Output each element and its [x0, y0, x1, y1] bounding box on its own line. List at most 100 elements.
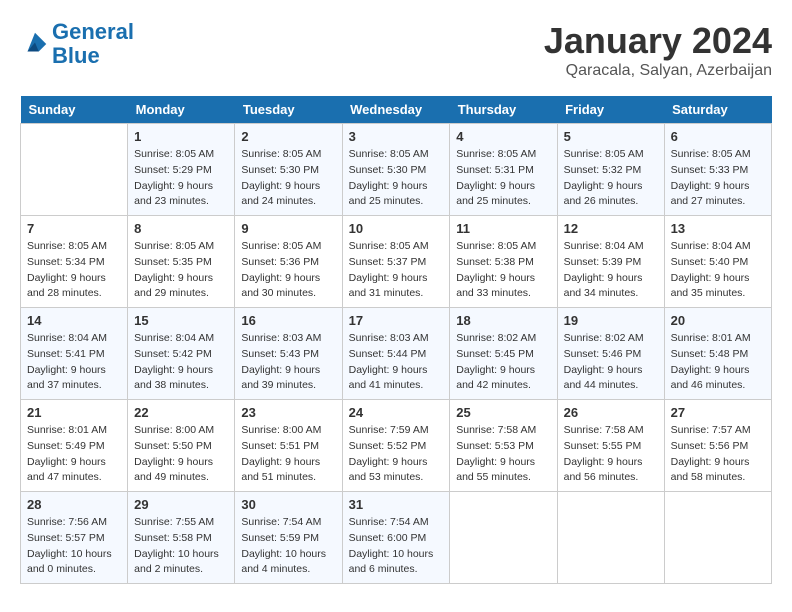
calendar-cell: 5 Sunrise: 8:05 AMSunset: 5:32 PMDaylight… — [557, 124, 664, 216]
calendar-cell: 8 Sunrise: 8:05 AMSunset: 5:35 PMDaylight… — [128, 216, 235, 308]
calendar-cell: 9 Sunrise: 8:05 AMSunset: 5:36 PMDaylight… — [235, 216, 342, 308]
day-number: 4 — [456, 129, 550, 144]
day-number: 24 — [349, 405, 444, 420]
weekday-header: Sunday — [21, 96, 128, 124]
day-number: 21 — [27, 405, 121, 420]
day-info: Sunrise: 8:02 AMSunset: 5:45 PMDaylight:… — [456, 331, 550, 394]
day-info: Sunrise: 8:05 AMSunset: 5:38 PMDaylight:… — [456, 239, 550, 302]
day-number: 25 — [456, 405, 550, 420]
calendar-cell: 22Sunrise: 8:00 AMSunset: 5:50 PMDayligh… — [128, 400, 235, 492]
calendar-week-row: 14 Sunrise: 8:04 AMSunset: 5:41 PMDayligh… — [21, 308, 772, 400]
calendar-cell: 7 Sunrise: 8:05 AMSunset: 5:34 PMDaylight… — [21, 216, 128, 308]
weekday-header: Friday — [557, 96, 664, 124]
calendar-cell — [21, 124, 128, 216]
day-info: Sunrise: 8:01 AMSunset: 5:48 PMDaylight:… — [671, 331, 765, 394]
day-info: Sunrise: 8:05 AMSunset: 5:29 PMDaylight:… — [134, 147, 228, 210]
day-number: 8 — [134, 221, 228, 236]
day-number: 22 — [134, 405, 228, 420]
weekday-header: Saturday — [664, 96, 771, 124]
day-info: Sunrise: 8:05 AMSunset: 5:32 PMDaylight:… — [564, 147, 658, 210]
day-info: Sunrise: 7:57 AMSunset: 5:56 PMDaylight:… — [671, 423, 765, 486]
weekday-header: Tuesday — [235, 96, 342, 124]
day-number: 7 — [27, 221, 121, 236]
day-number: 17 — [349, 313, 444, 328]
location: Qaracala, Salyan, Azerbaijan — [544, 62, 772, 80]
calendar-cell: 2Sunrise: 8:05 AMSunset: 5:30 PMDaylight… — [235, 124, 342, 216]
day-info: Sunrise: 8:05 AMSunset: 5:33 PMDaylight:… — [671, 147, 765, 210]
day-info: Sunrise: 7:55 AMSunset: 5:58 PMDaylight:… — [134, 515, 228, 578]
calendar-cell — [664, 492, 771, 584]
day-info: Sunrise: 8:02 AMSunset: 5:46 PMDaylight:… — [564, 331, 658, 394]
page-header: General Blue January 2024 Qaracala, Saly… — [20, 20, 772, 80]
day-number: 20 — [671, 313, 765, 328]
day-info: Sunrise: 8:03 AMSunset: 5:43 PMDaylight:… — [241, 331, 335, 394]
day-number: 23 — [241, 405, 335, 420]
calendar-cell: 19 Sunrise: 8:02 AMSunset: 5:46 PMDayligh… — [557, 308, 664, 400]
day-info: Sunrise: 8:01 AMSunset: 5:49 PMDaylight:… — [27, 423, 121, 486]
day-info: Sunrise: 8:00 AMSunset: 5:51 PMDaylight:… — [241, 423, 335, 486]
day-info: Sunrise: 7:54 AMSunset: 5:59 PMDaylight:… — [241, 515, 335, 578]
calendar-cell: 28Sunrise: 7:56 AMSunset: 5:57 PMDayligh… — [21, 492, 128, 584]
calendar-cell: 11 Sunrise: 8:05 AMSunset: 5:38 PMDayligh… — [450, 216, 557, 308]
calendar-cell: 4 Sunrise: 8:05 AMSunset: 5:31 PMDaylight… — [450, 124, 557, 216]
day-number: 29 — [134, 497, 228, 512]
calendar-cell: 21 Sunrise: 8:01 AMSunset: 5:49 PMDayligh… — [21, 400, 128, 492]
calendar-cell: 12 Sunrise: 8:04 AMSunset: 5:39 PMDayligh… — [557, 216, 664, 308]
title-block: January 2024 Qaracala, Salyan, Azerbaija… — [544, 20, 772, 80]
calendar-cell: 18Sunrise: 8:02 AMSunset: 5:45 PMDayligh… — [450, 308, 557, 400]
day-info: Sunrise: 7:56 AMSunset: 5:57 PMDaylight:… — [27, 515, 121, 578]
calendar-cell: 13 Sunrise: 8:04 AMSunset: 5:40 PMDayligh… — [664, 216, 771, 308]
day-number: 27 — [671, 405, 765, 420]
day-number: 15 — [134, 313, 228, 328]
day-number: 5 — [564, 129, 658, 144]
day-number: 26 — [564, 405, 658, 420]
day-number: 14 — [27, 313, 121, 328]
day-info: Sunrise: 7:58 AMSunset: 5:55 PMDaylight:… — [564, 423, 658, 486]
day-info: Sunrise: 7:54 AMSunset: 6:00 PMDaylight:… — [349, 515, 444, 578]
calendar-cell: 15 Sunrise: 8:04 AMSunset: 5:42 PMDayligh… — [128, 308, 235, 400]
weekday-header: Wednesday — [342, 96, 450, 124]
day-number: 13 — [671, 221, 765, 236]
day-info: Sunrise: 8:05 AMSunset: 5:36 PMDaylight:… — [241, 239, 335, 302]
day-info: Sunrise: 8:05 AMSunset: 5:34 PMDaylight:… — [27, 239, 121, 302]
calendar-cell: 24Sunrise: 7:59 AMSunset: 5:52 PMDayligh… — [342, 400, 450, 492]
day-number: 1 — [134, 129, 228, 144]
calendar-cell: 29 Sunrise: 7:55 AMSunset: 5:58 PMDayligh… — [128, 492, 235, 584]
day-number: 9 — [241, 221, 335, 236]
calendar-cell: 10Sunrise: 8:05 AMSunset: 5:37 PMDayligh… — [342, 216, 450, 308]
day-number: 12 — [564, 221, 658, 236]
day-number: 11 — [456, 221, 550, 236]
calendar-cell: 20 Sunrise: 8:01 AMSunset: 5:48 PMDayligh… — [664, 308, 771, 400]
day-number: 19 — [564, 313, 658, 328]
day-info: Sunrise: 8:05 AMSunset: 5:31 PMDaylight:… — [456, 147, 550, 210]
day-number: 3 — [349, 129, 444, 144]
header-row: SundayMondayTuesdayWednesdayThursdayFrid… — [21, 96, 772, 124]
day-info: Sunrise: 8:04 AMSunset: 5:42 PMDaylight:… — [134, 331, 228, 394]
weekday-header: Thursday — [450, 96, 557, 124]
logo-text: General Blue — [52, 20, 134, 68]
calendar-cell: 14 Sunrise: 8:04 AMSunset: 5:41 PMDayligh… — [21, 308, 128, 400]
calendar-cell: 25Sunrise: 7:58 AMSunset: 5:53 PMDayligh… — [450, 400, 557, 492]
calendar-table: SundayMondayTuesdayWednesdayThursdayFrid… — [20, 96, 772, 584]
calendar-cell: 26 Sunrise: 7:58 AMSunset: 5:55 PMDayligh… — [557, 400, 664, 492]
weekday-header: Monday — [128, 96, 235, 124]
day-info: Sunrise: 8:05 AMSunset: 5:37 PMDaylight:… — [349, 239, 444, 302]
month-title: January 2024 — [544, 20, 772, 62]
day-info: Sunrise: 8:04 AMSunset: 5:41 PMDaylight:… — [27, 331, 121, 394]
day-info: Sunrise: 8:05 AMSunset: 5:30 PMDaylight:… — [241, 147, 335, 210]
day-info: Sunrise: 8:04 AMSunset: 5:40 PMDaylight:… — [671, 239, 765, 302]
calendar-cell: 27 Sunrise: 7:57 AMSunset: 5:56 PMDayligh… — [664, 400, 771, 492]
calendar-cell: 3Sunrise: 8:05 AMSunset: 5:30 PMDaylight… — [342, 124, 450, 216]
calendar-cell: 30Sunrise: 7:54 AMSunset: 5:59 PMDayligh… — [235, 492, 342, 584]
calendar-cell: 31 Sunrise: 7:54 AMSunset: 6:00 PMDayligh… — [342, 492, 450, 584]
logo-icon — [20, 29, 50, 59]
calendar-week-row: 21 Sunrise: 8:01 AMSunset: 5:49 PMDayligh… — [21, 400, 772, 492]
day-number: 31 — [349, 497, 444, 512]
calendar-week-row: 1 Sunrise: 8:05 AMSunset: 5:29 PMDaylight… — [21, 124, 772, 216]
calendar-week-row: 7 Sunrise: 8:05 AMSunset: 5:34 PMDaylight… — [21, 216, 772, 308]
day-info: Sunrise: 8:05 AMSunset: 5:35 PMDaylight:… — [134, 239, 228, 302]
calendar-week-row: 28Sunrise: 7:56 AMSunset: 5:57 PMDayligh… — [21, 492, 772, 584]
day-info: Sunrise: 8:04 AMSunset: 5:39 PMDaylight:… — [564, 239, 658, 302]
day-number: 16 — [241, 313, 335, 328]
logo: General Blue — [20, 20, 134, 68]
